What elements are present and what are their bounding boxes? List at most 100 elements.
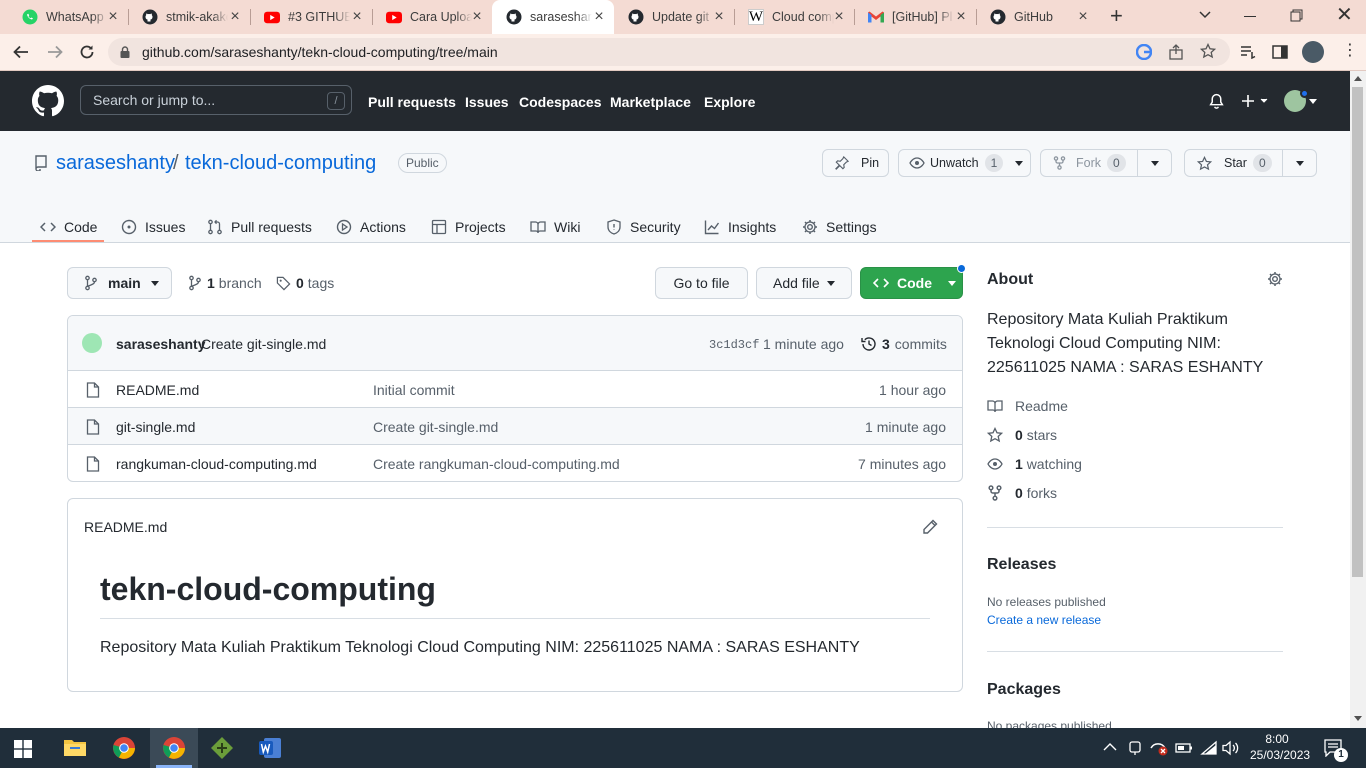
tab-wiki[interactable]: Wiki [530, 211, 580, 243]
tab-gmail[interactable]: [GitHub] Pl × [854, 0, 976, 34]
chevron-up-icon[interactable] [1103, 742, 1117, 752]
profile-avatar[interactable] [1302, 41, 1324, 63]
branch-select-button[interactable]: main [67, 267, 172, 299]
table-row[interactable]: README.md Initial commit 1 hour ago [68, 370, 962, 407]
tab-cara-upload[interactable]: Cara Upload × [372, 0, 492, 34]
windows-start-icon[interactable] [14, 740, 32, 758]
create-new-plus-icon[interactable] [1240, 93, 1270, 109]
tab-cloud-computing-wiki[interactable]: W Cloud comp × [734, 0, 854, 34]
file-explorer-icon[interactable] [64, 737, 86, 757]
tab-insights[interactable]: Insights [704, 211, 776, 243]
word-icon[interactable] [258, 736, 282, 760]
tab-projects[interactable]: Projects [431, 211, 506, 243]
fork-button[interactable]: Fork 0 [1040, 149, 1172, 177]
nav-marketplace[interactable]: Marketplace [610, 94, 691, 110]
commit-sha[interactable]: 3c1d3cf [709, 338, 759, 352]
scroll-thumb[interactable] [1352, 87, 1363, 577]
lock-icon[interactable] [120, 46, 130, 58]
avatar-chevron-icon[interactable] [1309, 99, 1317, 105]
close-tab-icon[interactable]: × [350, 9, 364, 25]
reload-icon[interactable] [78, 43, 96, 61]
tab-pull-requests[interactable]: Pull requests [207, 211, 312, 243]
tab-update-git[interactable]: Update git × [614, 0, 734, 34]
bell-icon[interactable] [1208, 93, 1225, 110]
commit-time[interactable]: 1 minute ago [763, 336, 844, 352]
releases-title[interactable]: Releases [987, 556, 1056, 574]
repo-owner-link[interactable]: saraseshanty [56, 152, 175, 175]
commit-message[interactable]: Create git-single.md [201, 336, 326, 352]
side-panel-icon[interactable] [1272, 44, 1288, 60]
new-tab-icon[interactable]: + [1110, 5, 1128, 27]
close-tab-icon[interactable]: × [228, 9, 242, 25]
watching-link[interactable]: 1 watching [987, 456, 1082, 472]
close-tab-icon[interactable]: × [106, 9, 120, 25]
go-to-file-button[interactable]: Go to file [655, 267, 748, 299]
file-name[interactable]: README.md [116, 382, 199, 398]
search-input[interactable]: Search or jump to... / [80, 85, 352, 115]
nav-issues[interactable]: Issues [465, 94, 509, 110]
tab-search-chevron-icon[interactable] [1198, 7, 1212, 21]
file-commit-message[interactable]: Create rangkuman-cloud-computing.md [373, 456, 620, 472]
address-bar[interactable]: github.com/saraseshanty/tekn-cloud-compu… [108, 38, 1230, 66]
network-error-icon[interactable] [1150, 740, 1168, 756]
star-button[interactable]: Star 0 [1184, 149, 1317, 177]
media-list-icon[interactable] [1240, 45, 1256, 59]
readme-link[interactable]: Readme [987, 398, 1068, 414]
nav-codespaces[interactable]: Codespaces [519, 94, 601, 110]
back-arrow-icon[interactable] [12, 43, 30, 61]
close-tab-icon[interactable]: × [712, 9, 726, 25]
commit-author[interactable]: saraseshanty [116, 336, 206, 352]
git-gui-icon[interactable] [210, 736, 234, 760]
system-clock[interactable]: 8:00 25/03/2023 [1250, 731, 1310, 763]
branches-link[interactable]: 1 branch [188, 275, 262, 291]
close-tab-icon[interactable]: × [954, 9, 968, 25]
unwatch-button[interactable]: Unwatch 1 [898, 149, 1031, 177]
pencil-edit-icon[interactable] [922, 519, 938, 535]
forks-link[interactable]: 0 forks [987, 485, 1057, 501]
file-name[interactable]: rangkuman-cloud-computing.md [116, 456, 317, 472]
chrome-icon[interactable] [112, 736, 136, 760]
packages-title[interactable]: Packages [987, 681, 1061, 699]
share-icon[interactable] [1168, 44, 1184, 60]
close-tab-icon[interactable]: × [470, 9, 484, 25]
bookmark-star-icon[interactable] [1200, 43, 1216, 59]
battery-icon[interactable] [1175, 740, 1193, 756]
tab-stmik-akakom[interactable]: stmik-akakom × [128, 0, 250, 34]
author-avatar[interactable] [82, 333, 102, 353]
close-window-icon[interactable]: ✕ [1336, 5, 1353, 25]
readme-filename[interactable]: README.md [84, 519, 167, 535]
gear-icon[interactable] [1267, 271, 1283, 287]
restore-icon[interactable] [1290, 9, 1303, 22]
wifi-icon[interactable] [1200, 740, 1218, 756]
google-translate-icon[interactable] [1136, 44, 1152, 60]
pin-button[interactable]: Pin [822, 149, 889, 177]
nav-pull-requests[interactable]: Pull requests [368, 94, 456, 110]
scroll-down-arrow-icon[interactable] [1354, 716, 1362, 722]
table-row[interactable]: rangkuman-cloud-computing.md Create rang… [68, 444, 962, 481]
github-logo-icon[interactable] [32, 85, 64, 117]
chevron-down-icon[interactable] [1151, 161, 1159, 166]
close-tab-icon[interactable]: × [1076, 9, 1090, 25]
tab-code[interactable]: Code [40, 211, 97, 243]
minimize-icon[interactable] [1244, 16, 1256, 17]
page-scrollbar[interactable] [1350, 71, 1366, 728]
browser-menu-icon[interactable]: ⋮ [1342, 43, 1358, 59]
tab-saraseshanty-active[interactable]: saraseshanty × [492, 0, 614, 34]
tab-actions[interactable]: Actions [336, 211, 406, 243]
file-name[interactable]: git-single.md [116, 419, 195, 435]
volume-icon[interactable] [1222, 740, 1240, 756]
scroll-up-arrow-icon[interactable] [1354, 75, 1362, 81]
tab-github-video[interactable]: #3 GITHUB × [250, 0, 372, 34]
tab-issues[interactable]: Issues [121, 211, 185, 243]
stars-link[interactable]: 0 stars [987, 427, 1057, 443]
close-tab-icon[interactable]: × [592, 9, 606, 25]
taskbar-active-item[interactable] [150, 728, 198, 768]
file-commit-message[interactable]: Create git-single.md [373, 419, 498, 435]
meet-now-icon[interactable] [1128, 740, 1142, 756]
nav-explore[interactable]: Explore [704, 94, 755, 110]
file-commit-message[interactable]: Initial commit [373, 382, 455, 398]
create-release-link[interactable]: Create a new release [987, 613, 1101, 627]
tab-github[interactable]: GitHub × [976, 0, 1098, 34]
table-row[interactable]: git-single.md Create git-single.md 1 min… [68, 407, 962, 444]
commits-link[interactable]: 3 commits [861, 336, 947, 352]
